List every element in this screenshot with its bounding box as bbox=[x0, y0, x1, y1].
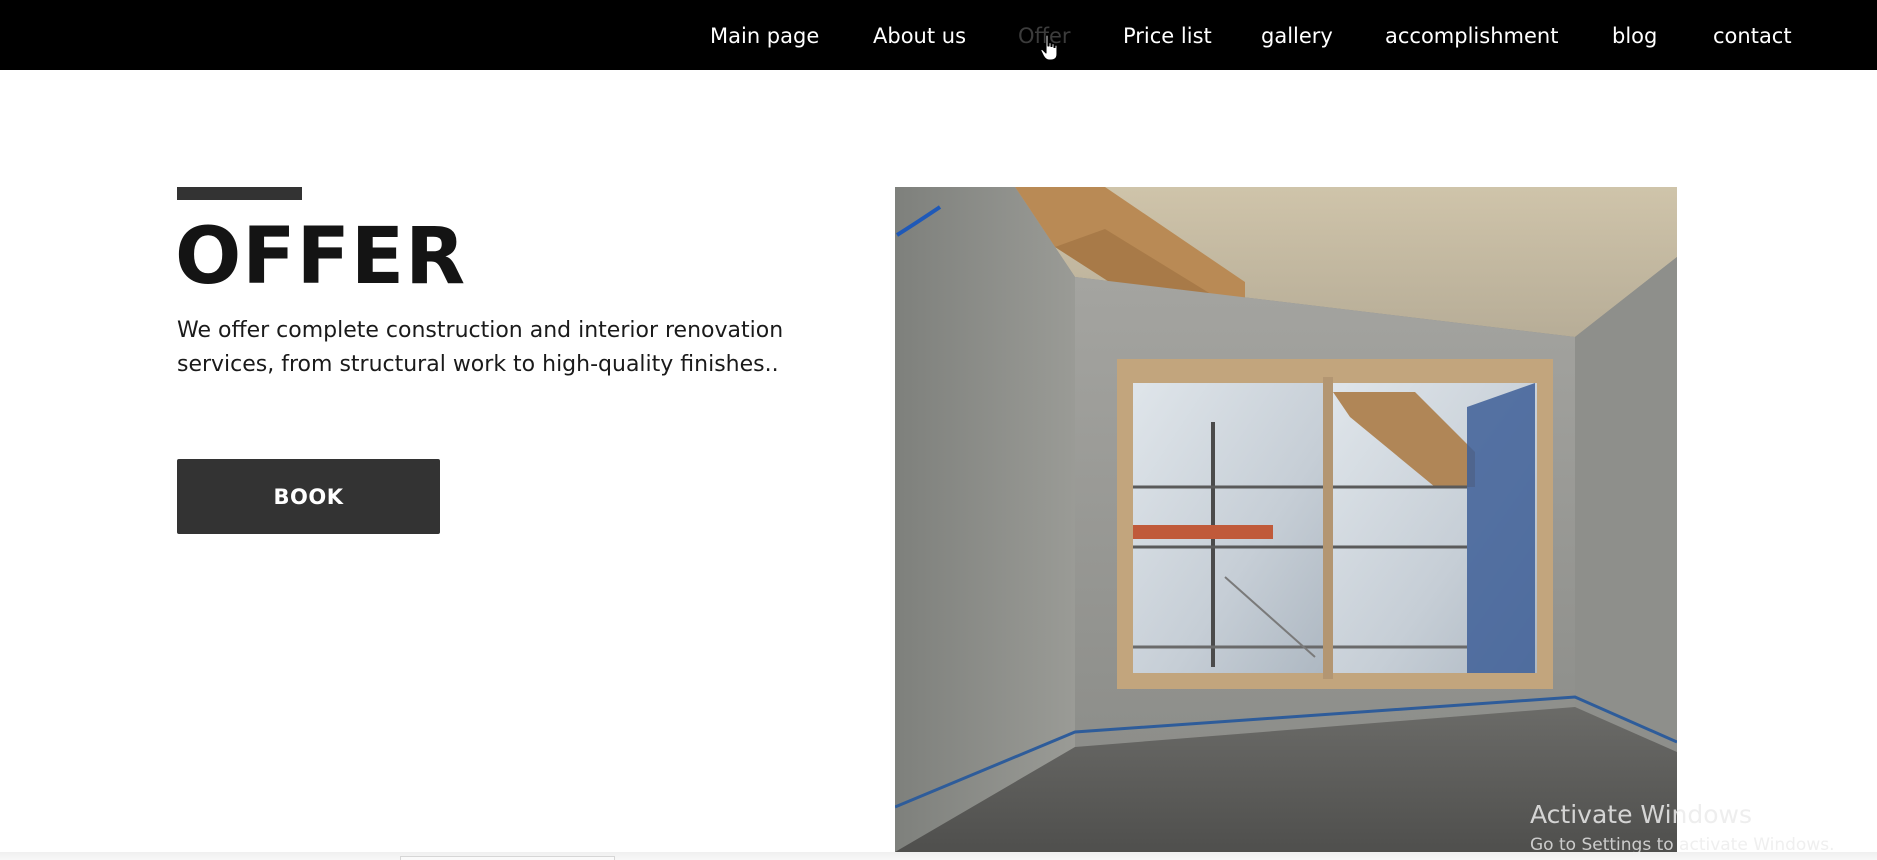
hand-pointer-cursor-icon bbox=[1040, 34, 1058, 61]
activate-windows-title: Activate Windows bbox=[1530, 800, 1752, 829]
nav-link-price-list[interactable]: Price list bbox=[1123, 0, 1212, 70]
title-accent-bar bbox=[177, 187, 302, 200]
bottom-edge bbox=[0, 852, 1877, 860]
construction-room-image bbox=[895, 187, 1677, 852]
nav-link-contact[interactable]: contact bbox=[1713, 0, 1792, 70]
nav-link-accomplishment[interactable]: accomplishment bbox=[1385, 0, 1558, 70]
nav-link-about-us[interactable]: About us bbox=[873, 0, 966, 70]
nav-link-main-page[interactable]: Main page bbox=[710, 0, 819, 70]
nav-link-gallery[interactable]: gallery bbox=[1261, 0, 1333, 70]
bottom-tab-handle bbox=[400, 856, 615, 860]
page-title: OFFER bbox=[175, 212, 467, 302]
book-button[interactable]: BOOK bbox=[177, 459, 440, 534]
nav-link-blog[interactable]: blog bbox=[1612, 0, 1657, 70]
construction-room-photo-icon bbox=[895, 187, 1677, 852]
offer-description: We offer complete construction and inter… bbox=[177, 318, 784, 377]
top-navigation-bar: Main page About us Offer Price list gall… bbox=[0, 0, 1877, 70]
